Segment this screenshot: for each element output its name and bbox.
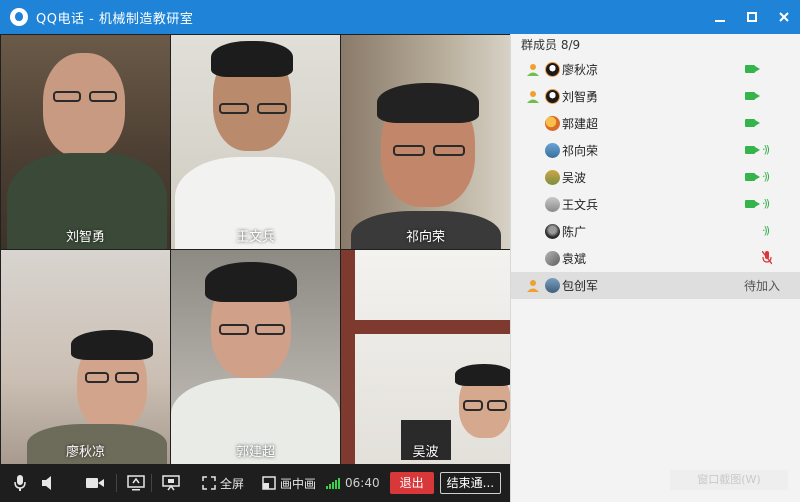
video-tile-name: 祁向荣 <box>405 230 445 245</box>
member-row[interactable]: 祁向荣 ·)) <box>511 137 800 164</box>
avatar <box>545 170 560 185</box>
member-row[interactable]: 郭建超 <box>511 110 800 137</box>
avatar <box>545 278 560 293</box>
member-name: 袁斌 <box>562 252 587 266</box>
minimize-icon <box>715 20 725 22</box>
close-button[interactable] <box>768 0 800 34</box>
member-row[interactable]: 廖秋凉 <box>511 56 800 83</box>
member-row[interactable]: 王文兵 ·)) <box>511 191 800 218</box>
speaking-icon: ·)) <box>762 143 770 156</box>
video-tile[interactable]: 吴波 <box>341 250 510 464</box>
member-row[interactable]: 刘智勇 <box>511 83 800 110</box>
avatar <box>545 224 560 239</box>
video-tile[interactable]: 祁向荣 <box>341 35 510 249</box>
presentation-button[interactable] <box>162 464 180 502</box>
fullscreen-button[interactable]: 全屏 <box>202 464 244 502</box>
camera-icon <box>86 478 104 488</box>
video-on-icon <box>745 65 760 73</box>
avatar <box>545 116 560 131</box>
member-name: 包创军 <box>562 279 599 293</box>
video-on-icon <box>745 200 760 208</box>
window-controls <box>704 0 800 34</box>
call-duration: 06:40 <box>345 476 380 490</box>
video-tile[interactable]: 廖秋凉 <box>1 250 170 464</box>
toolbar-divider <box>151 474 152 492</box>
member-name: 吴波 <box>562 171 587 185</box>
camera-button[interactable] <box>86 464 104 502</box>
admin-person-icon <box>527 90 539 103</box>
member-name: 刘智勇 <box>562 90 599 104</box>
pending-status: 待加入 <box>743 279 780 293</box>
admin-person-icon <box>527 63 539 76</box>
speaking-icon: ·)) <box>762 224 770 237</box>
avatar <box>545 143 560 158</box>
screen-share-icon <box>127 475 145 491</box>
video-tile-name: 吴波 <box>412 445 439 460</box>
picture-in-picture-icon <box>262 476 276 490</box>
video-tile[interactable]: 王文兵 <box>171 35 340 249</box>
member-name: 王文兵 <box>562 198 599 212</box>
video-on-icon <box>745 92 760 100</box>
video-tile-name: 刘智勇 <box>65 230 105 245</box>
fullscreen-icon <box>202 476 216 490</box>
video-tile-name: 郭建超 <box>235 445 275 460</box>
title-bar: QQ电话 - 机械制造教研室 <box>0 0 800 34</box>
member-row[interactable]: 包创军 待加入 <box>511 272 800 299</box>
member-name: 陈广 <box>562 225 587 239</box>
call-toolbar: 全屏 画中画 06:40 退出 结束通... <box>0 464 510 502</box>
picture-in-picture-button[interactable]: 画中画 <box>262 464 316 502</box>
avatar <box>545 251 560 266</box>
qq-avatar-icon <box>545 62 560 77</box>
video-tile-name: 王文兵 <box>235 230 275 245</box>
toolbar-divider <box>116 474 117 492</box>
member-panel: 群成员 8/9 廖秋凉 刘智勇 郭建超 祁向荣 ·)) 吴波 ·)) 王文兵 ·… <box>510 34 800 502</box>
exit-button[interactable]: 退出 <box>389 472 434 494</box>
maximize-button[interactable] <box>736 0 768 34</box>
video-tile-name: 廖秋凉 <box>65 445 105 460</box>
video-on-icon <box>745 173 760 181</box>
speaking-icon: ·)) <box>762 197 770 210</box>
maximize-icon <box>747 12 757 22</box>
window-title: QQ电话 - 机械制造教研室 <box>36 11 194 27</box>
fullscreen-label: 全屏 <box>220 476 245 491</box>
member-row[interactable]: 陈广 ·)) <box>511 218 800 245</box>
screenshot-watermark: 窗口截图(W) <box>670 470 788 490</box>
mic-muted-icon <box>761 250 773 268</box>
speaker-button[interactable] <box>42 464 56 502</box>
video-tile[interactable]: 郭建超 <box>171 250 340 464</box>
end-call-button[interactable]: 结束通... <box>439 472 502 494</box>
speaker-icon <box>42 476 51 490</box>
member-count: 群成员 8/9 <box>521 38 581 52</box>
qq-avatar-icon <box>545 89 560 104</box>
member-name: 祁向荣 <box>562 144 599 158</box>
video-grid: 刘智勇 王文兵 祁向荣 廖秋凉 郭建超 吴波 <box>0 34 510 464</box>
video-tile[interactable]: 刘智勇 <box>1 35 170 249</box>
microphone-icon <box>14 475 26 491</box>
share-screen-button[interactable] <box>127 464 145 502</box>
video-on-icon <box>745 146 760 154</box>
qq-logo-icon <box>10 8 28 26</box>
avatar <box>545 197 560 212</box>
minimize-button[interactable] <box>704 0 736 34</box>
member-name: 郭建超 <box>562 117 599 131</box>
mic-button[interactable] <box>14 464 26 502</box>
signal-strength-icon <box>326 477 341 489</box>
close-icon <box>779 12 789 22</box>
member-row[interactable]: 袁斌 <box>511 245 800 272</box>
video-on-icon <box>745 119 760 127</box>
admin-person-icon <box>527 279 539 292</box>
member-row[interactable]: 吴波 ·)) <box>511 164 800 191</box>
member-name: 廖秋凉 <box>562 63 599 77</box>
speaking-icon: ·)) <box>762 170 770 183</box>
pip-label: 画中画 <box>280 476 317 491</box>
presentation-icon <box>162 475 180 491</box>
